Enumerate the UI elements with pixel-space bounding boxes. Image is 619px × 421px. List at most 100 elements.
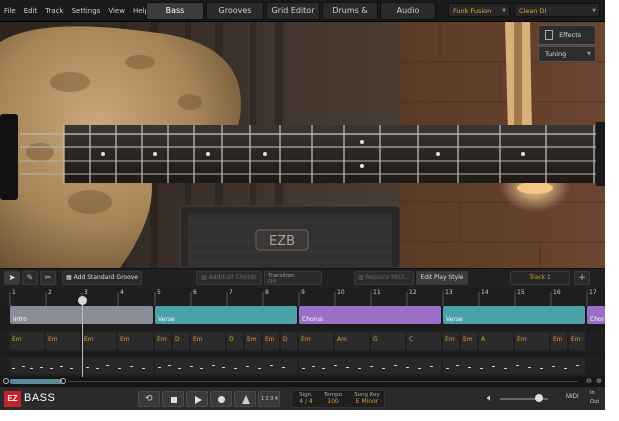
midi-lane[interactable] [0, 356, 605, 376]
amp-logo: EZB [269, 234, 295, 249]
menu-edit[interactable]: Edit [24, 7, 38, 15]
chord-block[interactable]: Em [569, 332, 585, 350]
bar-number: 5 [157, 289, 161, 296]
stop-button[interactable] [162, 391, 184, 407]
tuning-dropdown[interactable]: Tuning ▼ [538, 46, 596, 62]
top-bar: File Edit Track Settings View Help Bass … [0, 0, 605, 31]
chord-block[interactable]: Em [155, 332, 171, 350]
replace-midi-label: Replace MIDI... [365, 274, 411, 281]
tab-grooves[interactable]: Grooves [206, 2, 264, 20]
add-track-button[interactable]: + [574, 271, 590, 285]
metronome-button[interactable] [234, 391, 256, 407]
chord-block[interactable]: Em [118, 332, 153, 350]
song-sections-lane: Intro Verse Chorus Verse Chor [0, 306, 605, 326]
add-edit-chords-button[interactable]: ▤ Add/Edit Chords [196, 271, 262, 285]
edit-toolbar: ➤ ✎ ✂ ▦ Add Standard Groove ▤ Add/Edit Cho… [0, 268, 605, 289]
bar-number: 4 [120, 289, 124, 296]
scroll-right-handle[interactable] [60, 378, 66, 384]
menu-track[interactable]: Track [45, 7, 63, 15]
song-key[interactable]: Song Key E Minor [350, 392, 384, 405]
chord-block[interactable]: D [281, 332, 297, 350]
add-standard-groove-button[interactable]: ▦ Add Standard Groove [62, 271, 142, 285]
section-block[interactable]: Verse [443, 306, 585, 324]
loop-button[interactable]: ⟲ [138, 391, 160, 407]
midi-out-label: Out [590, 399, 599, 405]
bar-number: 10 [337, 289, 345, 296]
chord-block[interactable]: Em [263, 332, 279, 350]
scroll-thumb[interactable] [10, 379, 62, 384]
record-button[interactable] [210, 391, 232, 407]
product-name: BASS [24, 392, 56, 404]
count-in-button[interactable]: 1 2 3 4 [258, 391, 280, 407]
tab-audio-tracker[interactable]: Audio Tracker [380, 2, 436, 31]
playhead[interactable] [82, 296, 83, 378]
menu-file[interactable]: File [4, 7, 16, 15]
record-icon [218, 396, 225, 403]
chord-block[interactable]: Em [443, 332, 459, 350]
tab-grid-editor[interactable]: Grid Editor [266, 2, 320, 20]
split-tool-button[interactable]: ✂ [40, 271, 56, 285]
section-block[interactable]: Chorus [299, 306, 441, 324]
chevron-down-icon: ▼ [502, 8, 506, 14]
track-name-label[interactable]: Track 1 [510, 271, 570, 285]
playhead-handle[interactable] [78, 296, 87, 305]
select-tool-button[interactable]: ➤ [4, 271, 20, 285]
chord-block[interactable]: Em [82, 332, 116, 350]
chord-block[interactable]: C [407, 332, 441, 350]
section-block[interactable]: Verse [155, 306, 297, 324]
zoom-in-icon[interactable]: ⊕ [596, 377, 602, 386]
bar-number: 12 [409, 289, 417, 296]
timeline-ruler[interactable]: 1 2 3 4 5 6 7 8 9 10 11 12 13 14 15 16 1… [0, 288, 605, 306]
chord-block[interactable]: G [371, 332, 405, 350]
chord-label: Em [265, 336, 275, 343]
chord-block[interactable]: Em [515, 332, 549, 350]
chord-block[interactable]: Em [461, 332, 477, 350]
tab-drums-keys[interactable]: Drums & Keys [322, 2, 378, 31]
tempo[interactable]: Tempo 100 [320, 392, 346, 405]
chord-label: Em [157, 336, 167, 343]
chord-label: Em [571, 336, 581, 343]
transition-dropdown[interactable]: Transition Off [264, 271, 322, 285]
chord-block[interactable]: Em [299, 332, 333, 350]
chord-label: Am [337, 336, 347, 343]
chord-label: D [283, 336, 288, 343]
draw-tool-button[interactable]: ✎ [22, 271, 38, 285]
tempo-value: 100 [327, 398, 339, 405]
menu-view[interactable]: View [108, 7, 125, 15]
ezbass-window: File Edit Track Settings View Help Bass … [0, 0, 605, 410]
tone-preset-dropdown[interactable]: Clean DI ▼ [514, 3, 600, 17]
chord-label: Em [84, 336, 94, 343]
chord-block[interactable]: D [173, 332, 189, 350]
replace-midi-button[interactable]: ▥ Replace MIDI... [354, 271, 414, 285]
time-signature[interactable]: Sign. 4 / 4 [296, 392, 316, 405]
chord-block[interactable]: Am [335, 332, 369, 350]
edit-play-style-button[interactable]: Edit Play Style [416, 271, 468, 285]
chord-block[interactable]: Em [10, 332, 44, 350]
timeline-scrollbar[interactable]: ⊖ ⊕ [0, 377, 605, 386]
tab-bass[interactable]: Bass [146, 2, 204, 20]
volume-slider-knob[interactable] [535, 394, 543, 402]
play-button[interactable] [186, 391, 208, 407]
zoom-out-icon[interactable]: ⊖ [586, 377, 592, 386]
chord-block[interactable]: Em [551, 332, 567, 350]
add-edit-chords-label: Add/Edit Chords [208, 274, 257, 281]
chord-block[interactable]: Em [191, 332, 225, 350]
chord-block[interactable]: Em [46, 332, 80, 350]
effects-icon [545, 30, 553, 40]
section-block[interactable]: Chor [587, 306, 605, 324]
chord-block[interactable]: D [227, 332, 243, 350]
menu-settings[interactable]: Settings [72, 7, 101, 15]
section-label: Chorus [302, 316, 324, 323]
scroll-track [68, 381, 578, 382]
chord-lane: Em Em Em Em Em D Em D Em Em D Em Am G C … [0, 330, 605, 352]
section-label: Verse [446, 316, 463, 323]
scroll-left-handle[interactable] [3, 378, 9, 384]
effects-button[interactable]: Effects [538, 25, 596, 45]
edit-play-style-label: Edit Play Style [420, 274, 464, 281]
chord-block[interactable]: Em [245, 332, 261, 350]
style-preset-dropdown[interactable]: Funk Fusion ▼ [448, 3, 510, 17]
speaker-icon[interactable]: 🔈︎ [487, 393, 493, 404]
chord-label: Em [48, 336, 58, 343]
chord-block[interactable]: A [479, 332, 513, 350]
loop-icon: ⟲ [145, 393, 153, 403]
